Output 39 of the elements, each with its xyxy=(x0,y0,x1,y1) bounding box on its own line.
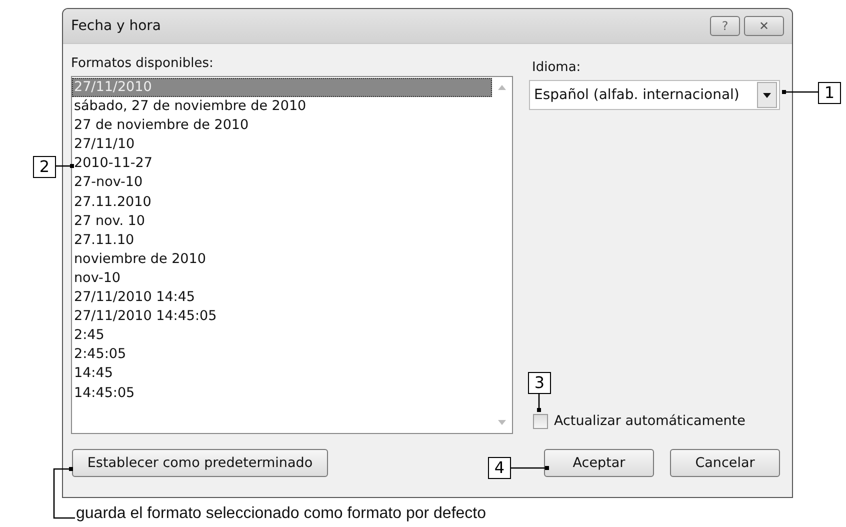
format-item[interactable]: 2:45:05 xyxy=(72,345,492,364)
annotation-text: guarda el formato seleccionado como formato por defecto xyxy=(76,505,486,523)
format-item[interactable]: 27/11/2010 14:45 xyxy=(72,288,492,308)
callout-number: 1 xyxy=(818,82,841,104)
format-item[interactable]: 27/11/2010 14:45:05 xyxy=(72,307,492,326)
format-item[interactable]: sábado, 27 de noviembre de 2010 xyxy=(72,97,492,116)
language-dropdown[interactable]: Español (alfab. internacional) xyxy=(529,80,780,110)
format-item[interactable]: 27 de noviembre de 2010 xyxy=(72,116,492,136)
accept-button[interactable]: Aceptar xyxy=(544,449,654,477)
callout-number: 2 xyxy=(33,156,56,178)
format-item[interactable]: 14:45 xyxy=(72,364,492,384)
callout-number: 3 xyxy=(528,372,551,394)
checkbox[interactable] xyxy=(533,414,548,428)
leader-line xyxy=(56,164,74,168)
formats-label: Formatos disponibles: xyxy=(71,56,214,73)
format-item[interactable]: 27/11/10 xyxy=(72,135,492,154)
format-item[interactable]: 2010-11-27 xyxy=(72,154,492,174)
format-item[interactable]: 27 nov. 10 xyxy=(72,212,492,231)
close-button[interactable]: ✕ xyxy=(744,16,784,36)
format-item[interactable]: 2:45 xyxy=(72,326,492,346)
auto-update-label: Actualizar automáticamente xyxy=(554,413,746,429)
format-item[interactable]: 14:45:05 xyxy=(72,384,492,403)
format-item[interactable]: 27-nov-10 xyxy=(72,173,492,193)
cancel-button[interactable]: Cancelar xyxy=(670,449,780,477)
format-item[interactable]: nov-10 xyxy=(72,268,492,288)
leader-line xyxy=(537,393,541,412)
format-item[interactable]: 27.11.2010 xyxy=(72,192,492,212)
set-default-button[interactable]: Establecer como predeterminado xyxy=(72,449,328,477)
leader-line xyxy=(782,90,818,94)
callout-number: 4 xyxy=(488,457,511,479)
scroll-down-icon[interactable] xyxy=(498,420,506,425)
help-button[interactable]: ? xyxy=(710,16,740,36)
language-label: Idioma: xyxy=(532,60,582,77)
format-item[interactable]: 27.11.10 xyxy=(72,230,492,250)
leader-line xyxy=(53,467,75,519)
window-title: Fecha y hora xyxy=(71,18,162,34)
scroll-up-icon[interactable] xyxy=(498,85,506,90)
format-item[interactable]: noviembre de 2010 xyxy=(72,250,492,269)
leader-line xyxy=(510,466,549,470)
